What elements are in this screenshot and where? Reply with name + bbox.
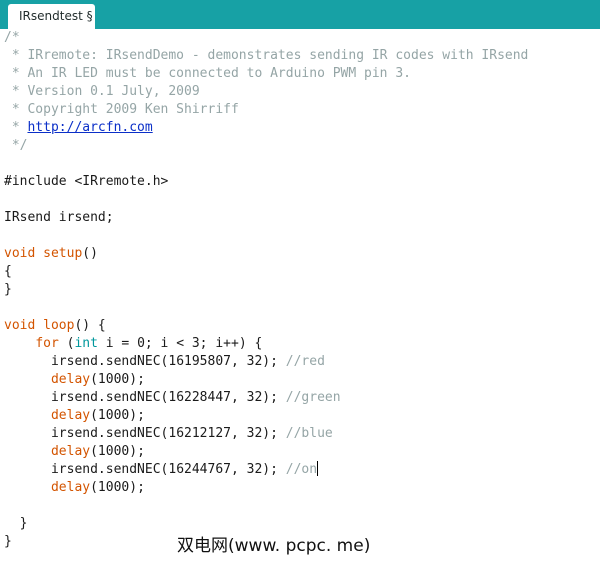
url-link[interactable]: http://arcfn.com [27, 120, 152, 135]
send-line: irsend.sendNEC(16228447, 32); //green [4, 389, 600, 407]
declaration-line: IRsend irsend; [4, 210, 114, 225]
type-int: int [74, 336, 98, 351]
brace-line: } [4, 282, 12, 297]
code-text: irsend.sendNEC(16228447, 32); [50, 390, 286, 405]
keyword-for: for [35, 336, 59, 351]
code-text: irsend.sendNEC(16244767, 32); [50, 462, 286, 477]
comment-prefix: * [4, 120, 28, 135]
tab-irsendtest[interactable]: IRsendtest § [8, 4, 95, 29]
keyword-void: void [4, 246, 36, 261]
function-delay: delay [50, 372, 91, 387]
code-line: /* [4, 30, 20, 45]
code-line: * Copyright 2009 Ken Shirriff [4, 102, 239, 117]
setup-signature-line: void setup() [4, 245, 600, 263]
code-line: * http://arcfn.com [4, 119, 600, 137]
delay-line: delay(1000); [4, 407, 600, 425]
code-text: (1000); [90, 372, 145, 387]
code-text: irsend.sendNEC(16212127, 32); [50, 426, 286, 441]
delay-line: delay(1000); [4, 479, 600, 497]
watermark: 双电网(www. pcpc. me) [177, 536, 371, 556]
send-line: irsend.sendNEC(16212127, 32); //blue [4, 425, 600, 443]
delay-line: delay(1000); [4, 443, 600, 461]
tab-bar: IRsendtest § [0, 0, 600, 29]
function-loop: loop [43, 318, 75, 333]
send-line: irsend.sendNEC(16195807, 32); //red [4, 353, 600, 371]
code-line: * An IR LED must be connected to Arduino… [4, 66, 411, 81]
text-cursor [317, 461, 319, 476]
code-editor[interactable]: /* * IRremote: IRsendDemo - demonstrates… [4, 29, 600, 565]
code-text: (1000); [90, 480, 145, 495]
comment-green: //green [285, 390, 341, 405]
code-line: */ [4, 138, 28, 153]
code-text: (1000); [90, 408, 145, 423]
code-line: * Version 0.1 July, 2009 [4, 84, 200, 99]
brace-line: { [4, 264, 12, 279]
function-delay: delay [50, 408, 91, 423]
loop-signature-line: void loop() { [4, 317, 600, 335]
function-delay: delay [50, 444, 91, 459]
code-text: (1000); [90, 444, 145, 459]
function-delay: delay [50, 480, 91, 495]
code-line: * IRremote: IRsendDemo - demonstrates se… [4, 48, 529, 63]
send-line: irsend.sendNEC(16244767, 32); //on [4, 461, 600, 479]
comment-blue: //blue [285, 426, 333, 441]
keyword-void: void [4, 318, 36, 333]
code-text: () [82, 246, 98, 261]
for-line: for (int i = 0; i < 3; i++) { [4, 335, 600, 353]
code-text: i = 0; i < 3; i++) { [97, 336, 263, 351]
code-text: irsend.sendNEC(16195807, 32); [50, 354, 286, 369]
comment-red: //red [285, 354, 325, 369]
code-text: ( [58, 336, 75, 351]
delay-line: delay(1000); [4, 371, 600, 389]
function-setup: setup [43, 246, 83, 261]
comment-on: //on [285, 462, 318, 477]
code-text: () { [74, 318, 106, 333]
include-line: #include <IRremote.h> [4, 174, 169, 189]
